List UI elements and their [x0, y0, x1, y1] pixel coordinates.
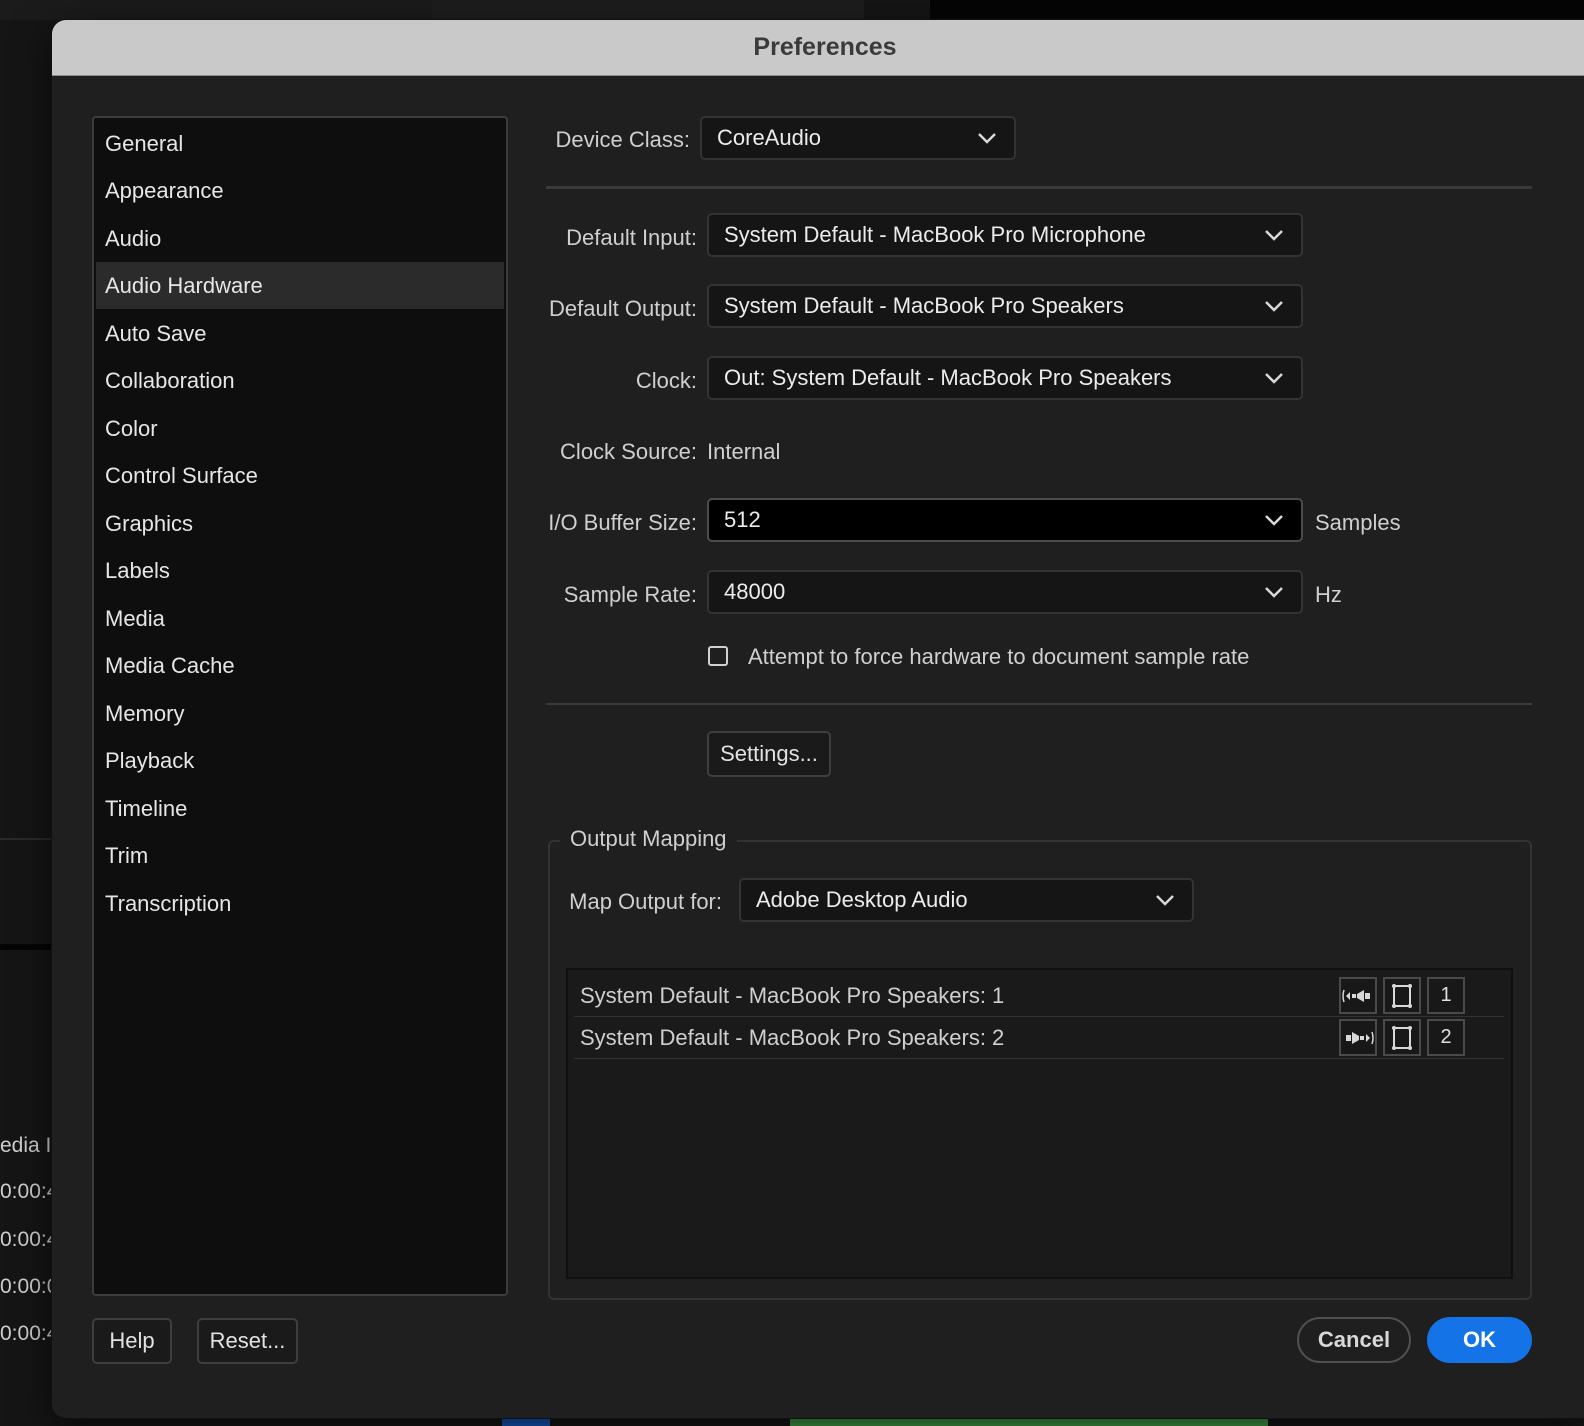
nav-item-media[interactable]: Media — [96, 595, 504, 642]
sample-rate-value: 48000 — [724, 579, 786, 604]
clock-source-label: Clock Source: — [560, 439, 697, 464]
divider — [546, 703, 1532, 705]
ok-button[interactable]: OK — [1427, 1317, 1532, 1363]
device-class-dropdown[interactable]: CoreAudio — [700, 116, 1016, 160]
preferences-nav: General Appearance Audio Audio Hardware … — [92, 116, 508, 1296]
default-input-dropdown[interactable]: System Default - MacBook Pro Microphone — [707, 213, 1303, 257]
frame-icon — [1383, 977, 1421, 1014]
clock-label: Clock: — [635, 368, 697, 393]
bg-timecode: 0:00:4 — [0, 1180, 59, 1203]
channel-number[interactable]: 1 — [1427, 977, 1465, 1014]
clock-value: Out: System Default - MacBook Pro Speake… — [724, 365, 1172, 390]
default-input-label: Default Input: — [566, 225, 697, 250]
map-output-label: Map Output for: — [569, 889, 722, 914]
list-item[interactable]: System Default - MacBook Pro Speakers: 2… — [574, 1018, 1504, 1059]
buffer-size-unit: Samples — [1315, 510, 1401, 535]
nav-item-graphics[interactable]: Graphics — [96, 500, 504, 547]
divider — [546, 186, 1532, 189]
chevron-down-icon — [1265, 230, 1283, 241]
sample-rate-unit: Hz — [1315, 582, 1342, 607]
chevron-down-icon — [1265, 301, 1283, 312]
bg-panel-label: edia I — [0, 1134, 52, 1157]
clock-source-value: Internal — [707, 439, 781, 464]
nav-item-memory[interactable]: Memory — [96, 690, 504, 737]
bg-timecode: 0:00:4 — [0, 1228, 59, 1251]
dialog-titlebar[interactable]: Preferences — [52, 20, 1584, 76]
default-input-value: System Default - MacBook Pro Microphone — [724, 222, 1146, 247]
clock-dropdown[interactable]: Out: System Default - MacBook Pro Speake… — [707, 356, 1303, 400]
help-button[interactable]: Help — [92, 1318, 172, 1364]
preferences-dialog: Preferences General Appearance Audio Aud… — [52, 20, 1584, 1418]
buffer-size-value: 512 — [724, 507, 761, 532]
device-class-value: CoreAudio — [717, 125, 821, 150]
cancel-button[interactable]: Cancel — [1297, 1317, 1411, 1363]
default-output-label: Default Output: — [549, 296, 697, 321]
nav-item-playback[interactable]: Playback — [96, 737, 504, 784]
nav-item-audio-hardware[interactable]: Audio Hardware — [96, 262, 504, 309]
output-channel-name: System Default - MacBook Pro Speakers: 2 — [580, 1025, 1005, 1050]
nav-item-timeline[interactable]: Timeline — [96, 785, 504, 832]
nav-item-audio[interactable]: Audio — [96, 215, 504, 262]
nav-item-collaboration[interactable]: Collaboration — [96, 357, 504, 404]
nav-item-color[interactable]: Color — [96, 405, 504, 452]
output-channel-name: System Default - MacBook Pro Speakers: 1 — [580, 983, 1005, 1008]
map-output-value: Adobe Desktop Audio — [756, 887, 968, 912]
frame-icon — [1383, 1019, 1421, 1056]
sample-rate-label: Sample Rate: — [563, 582, 697, 607]
dialog-title: Preferences — [753, 33, 897, 61]
chevron-down-icon — [1265, 515, 1283, 526]
speaker-right-icon — [1339, 1019, 1377, 1056]
nav-item-labels[interactable]: Labels — [96, 547, 504, 594]
nav-item-auto-save[interactable]: Auto Save — [96, 310, 504, 357]
speaker-left-icon — [1339, 977, 1377, 1014]
nav-item-control-surface[interactable]: Control Surface — [96, 452, 504, 499]
chevron-down-icon — [1156, 895, 1174, 906]
bg-timecode: 0:00:0 — [0, 1275, 59, 1298]
nav-item-trim[interactable]: Trim — [96, 832, 504, 879]
nav-item-media-cache[interactable]: Media Cache — [96, 642, 504, 689]
default-output-dropdown[interactable]: System Default - MacBook Pro Speakers — [707, 284, 1303, 328]
list-item[interactable]: System Default - MacBook Pro Speakers: 1… — [574, 976, 1504, 1017]
default-output-value: System Default - MacBook Pro Speakers — [724, 293, 1124, 318]
bg-timecode: 0:00:4 — [0, 1322, 59, 1345]
map-output-dropdown[interactable]: Adobe Desktop Audio — [739, 878, 1194, 922]
nav-item-general[interactable]: General — [96, 120, 504, 167]
sample-rate-dropdown[interactable]: 48000 — [707, 570, 1303, 614]
channel-number[interactable]: 2 — [1427, 1019, 1465, 1056]
output-mapping-title: Output Mapping — [560, 826, 737, 852]
buffer-size-label: I/O Buffer Size: — [548, 510, 697, 535]
nav-item-appearance[interactable]: Appearance — [96, 167, 504, 214]
chevron-down-icon — [978, 133, 996, 144]
reset-button[interactable]: Reset... — [197, 1318, 298, 1364]
chevron-down-icon — [1265, 373, 1283, 384]
force-rate-label[interactable]: Attempt to force hardware to document sa… — [748, 644, 1249, 670]
chevron-down-icon — [1265, 587, 1283, 598]
nav-item-transcription[interactable]: Transcription — [96, 880, 504, 927]
settings-button[interactable]: Settings... — [707, 731, 831, 777]
buffer-size-dropdown[interactable]: 512 — [707, 498, 1303, 542]
force-rate-checkbox[interactable] — [708, 646, 728, 666]
output-mapping-list: System Default - MacBook Pro Speakers: 1… — [566, 968, 1513, 1279]
device-class-label: Device Class: — [555, 127, 690, 152]
